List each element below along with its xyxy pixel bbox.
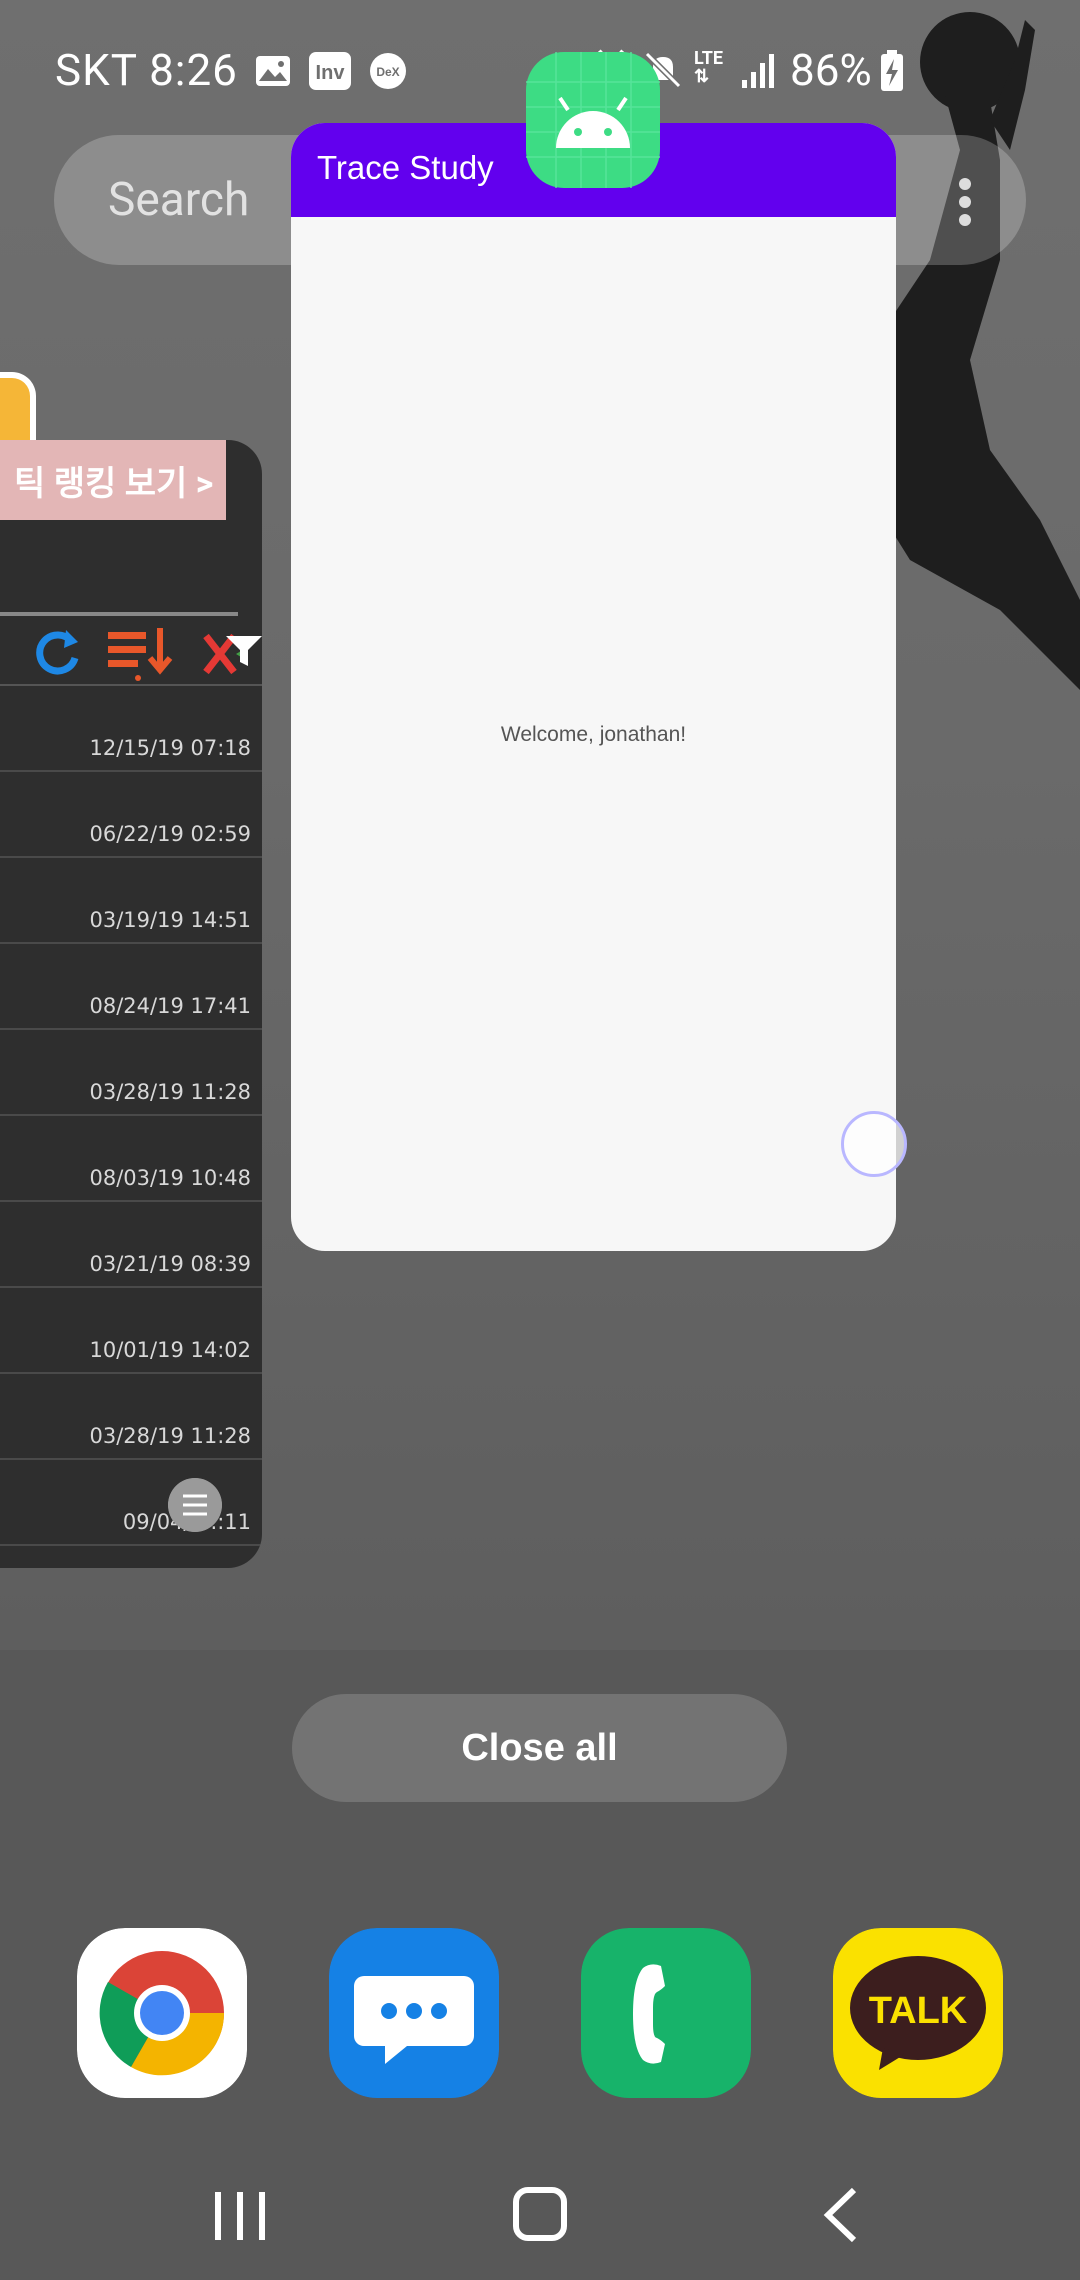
carrier-label: SKT xyxy=(55,44,138,96)
list-item[interactable]: 08/03/19 10:48 xyxy=(0,1116,262,1202)
list-item-date: 12/15/19 07:18 xyxy=(89,736,251,760)
list-item[interactable]: 12/15/19 07:18 xyxy=(0,686,262,772)
carrier-time: SKT 8:26 xyxy=(55,44,238,96)
list-item[interactable]: 10/01/19 14:02 xyxy=(0,1288,262,1374)
recents-button[interactable] xyxy=(200,2180,280,2250)
svg-text:DeX: DeX xyxy=(376,65,399,79)
menu-fab-icon[interactable] xyxy=(168,1478,222,1532)
touch-indicator xyxy=(841,1111,907,1177)
welcome-text: Welcome, jonathan! xyxy=(500,723,687,746)
android-app-icon[interactable] xyxy=(526,52,660,188)
toolbar-divider xyxy=(0,612,238,616)
close-all-button[interactable]: Close all xyxy=(292,1694,787,1802)
list-item[interactable]: 09/04/2 .:11 xyxy=(0,1460,262,1546)
chrome-icon[interactable] xyxy=(77,1928,247,2098)
battery-percent: 86% xyxy=(790,44,872,96)
dex-icon: DeX xyxy=(370,53,406,89)
recent-app-card-trace-study[interactable]: Trace Study Welcome, jonathan! xyxy=(291,123,896,1251)
svg-text:Inv: Inv xyxy=(316,62,346,84)
list-item-date: 03/21/19 08:39 xyxy=(89,1252,251,1276)
filter-row xyxy=(0,620,262,686)
list-item-date: 06/22/19 02:59 xyxy=(89,822,251,846)
list-item[interactable]: 03/28/19 11:28 xyxy=(0,1374,262,1460)
search-placeholder[interactable]: Search xyxy=(108,173,249,227)
data-arrows: ⇅ xyxy=(694,66,710,87)
list-item-date: 03/28/19 11:28 xyxy=(89,1080,251,1104)
lte-icon: LTE ⇅ xyxy=(694,50,734,94)
list-item-date: 08/24/19 17:41 xyxy=(89,994,251,1018)
kakao-label: TALK xyxy=(869,1990,968,2032)
list-item[interactable]: 03/21/19 08:39 xyxy=(0,1202,262,1288)
battery-charging-icon xyxy=(881,50,903,91)
signal-icon xyxy=(742,54,774,88)
more-options-icon[interactable] xyxy=(958,177,972,227)
list-item[interactable]: 08/24/19 17:41 xyxy=(0,944,262,1030)
app-title: Trace Study xyxy=(317,149,494,186)
list-item-date: 03/19/19 14:51 xyxy=(89,908,251,932)
list-item[interactable]: 03/19/19 14:51 xyxy=(0,858,262,944)
recent-app-card-left[interactable]: 틱 랭킹 보기 > 12/15/19 07:18 06/22/19 02:59 03… xyxy=(0,440,262,1568)
messages-icon[interactable] xyxy=(329,1928,499,2098)
list-item-date: 10/01/19 14:02 xyxy=(89,1338,251,1362)
inven-icon: Inv xyxy=(309,52,351,90)
home-button[interactable] xyxy=(500,2180,580,2250)
phone-icon[interactable] xyxy=(581,1928,751,2098)
filter-icon[interactable] xyxy=(226,636,262,666)
image-icon xyxy=(256,56,290,86)
list-item-date: 03/28/19 11:28 xyxy=(89,1424,251,1448)
list-item-date: 08/03/19 10:48 xyxy=(89,1166,251,1190)
list-item[interactable]: 03/28/19 11:28 xyxy=(0,1030,262,1116)
ranking-banner[interactable]: 틱 랭킹 보기 > xyxy=(0,440,226,520)
back-button[interactable] xyxy=(800,2180,880,2250)
date-list: 12/15/19 07:18 06/22/19 02:59 03/19/19 14:… xyxy=(0,686,262,1546)
clock: 8:26 xyxy=(149,44,238,96)
list-item[interactable]: 06/22/19 02:59 xyxy=(0,772,262,858)
kakaotalk-icon[interactable]: TALK xyxy=(833,1928,1003,2098)
